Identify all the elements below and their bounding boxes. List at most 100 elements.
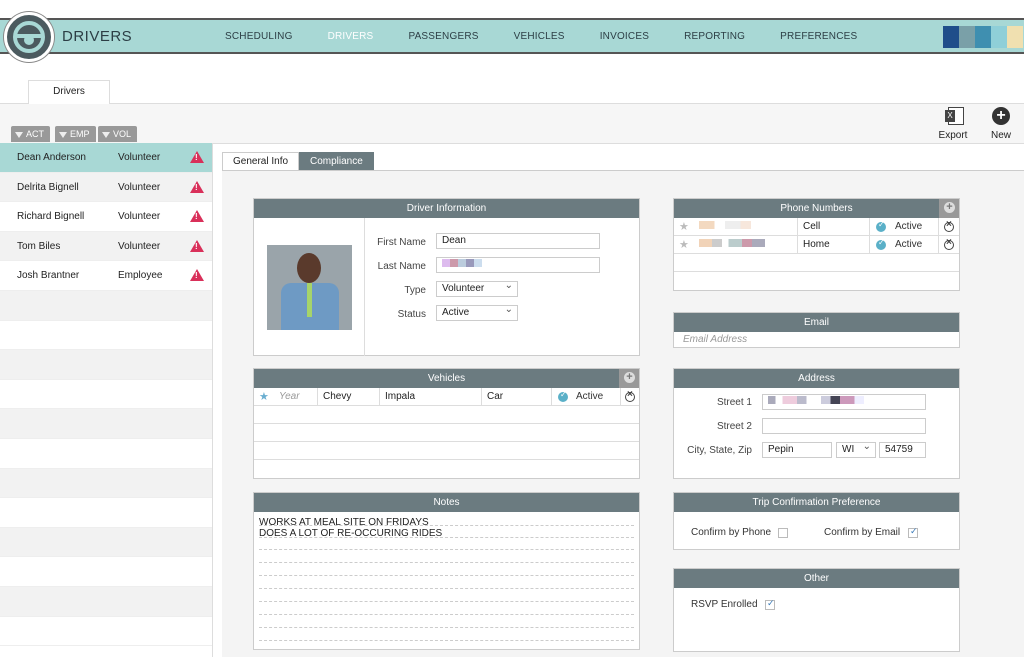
driver-name: Richard Bignell <box>17 211 85 223</box>
nav-scheduling[interactable]: SCHEDULING <box>225 31 293 42</box>
empty-row <box>0 617 212 647</box>
year-field[interactable]: Year <box>274 388 318 406</box>
first-name-label: First Name <box>377 237 426 248</box>
empty-row <box>674 254 959 272</box>
funnel-icon <box>59 132 67 138</box>
nav-preferences[interactable]: PREFERENCES <box>780 31 857 42</box>
notes-card: Notes WORKS AT MEAL SITE ON FRIDAYS DOES… <box>253 492 640 650</box>
confirm-by-phone-label: Confirm by Phone <box>691 527 772 538</box>
steering-wheel-logo-icon[interactable] <box>4 12 54 62</box>
list-item[interactable]: Josh Brantner Employee <box>0 261 212 291</box>
last-name-label: Last Name <box>377 261 426 272</box>
swatch <box>959 26 975 48</box>
confirm-by-phone-checkbox[interactable] <box>778 528 788 538</box>
street1-field[interactable] <box>762 394 926 410</box>
confirm-by-email-checkbox[interactable] <box>908 526 918 538</box>
nav-passengers[interactable]: PASSENGERS <box>408 31 478 42</box>
phone-type-select[interactable]: Cell <box>798 218 870 236</box>
phone-number-field[interactable] <box>694 218 798 236</box>
check-circle-icon <box>876 220 886 232</box>
other-card: Other RSVP Enrolled <box>673 568 960 652</box>
rsvp-enrolled-checkbox[interactable] <box>765 598 775 610</box>
add-phone-button[interactable] <box>939 199 959 218</box>
status-select[interactable]: Active <box>436 303 518 321</box>
filter-act-button[interactable]: ACT <box>11 126 50 142</box>
empty-row <box>254 442 639 460</box>
driver-name: Dean Anderson <box>17 152 86 163</box>
email-field[interactable]: Email Address <box>683 334 747 345</box>
email-card: Email Email Address <box>673 312 960 348</box>
color-swatches <box>943 26 1023 48</box>
warning-icon <box>190 269 204 282</box>
phone-numbers-card: Phone Numbers ★ Cell Active ★ Home Activ… <box>673 198 960 291</box>
first-name-field[interactable]: Dean <box>436 233 600 249</box>
driver-type: Volunteer <box>118 211 161 223</box>
state-select[interactable]: WI <box>836 440 876 458</box>
phone-type-select[interactable]: Home <box>798 236 870 254</box>
divider <box>938 236 939 254</box>
add-vehicle-button[interactable] <box>619 369 639 388</box>
list-item[interactable]: Dean Anderson Volunteer <box>0 143 212 173</box>
card-header: Driver Information <box>254 199 639 218</box>
city-field[interactable]: Pepin <box>762 442 832 458</box>
remove-phone-icon[interactable] <box>944 237 954 250</box>
nav-drivers[interactable]: DRIVERS <box>328 31 374 42</box>
table-row: ★ Home Active <box>674 236 959 254</box>
list-item[interactable]: Delrita Bignell Volunteer <box>0 172 212 203</box>
star-icon[interactable]: ★ <box>679 220 689 233</box>
vehicle-type-select[interactable]: Car <box>482 388 552 406</box>
list-item[interactable]: Tom Biles Volunteer <box>0 231 212 262</box>
app-title: DRIVERS <box>62 28 133 45</box>
list-item[interactable]: Richard Bignell Volunteer <box>0 202 212 232</box>
profile-photo <box>267 245 352 330</box>
export-button[interactable]: Export <box>931 107 975 141</box>
card-header: Vehicles <box>254 369 639 388</box>
driver-type: Employee <box>118 270 163 282</box>
phone-status: Active <box>895 221 923 232</box>
funnel-icon <box>15 132 23 138</box>
empty-row <box>0 321 212 351</box>
card-header: Phone Numbers <box>674 199 959 218</box>
remove-phone-icon[interactable] <box>944 219 954 232</box>
card-header-label: Vehicles <box>427 373 466 384</box>
model-field[interactable]: Impala <box>380 388 482 406</box>
nav-vehicles[interactable]: VEHICLES <box>514 31 565 42</box>
driver-type: Volunteer <box>118 181 161 193</box>
table-row: ★ Year Chevy Impala Car Active <box>254 388 639 406</box>
make-field[interactable]: Chevy <box>318 388 380 406</box>
plus-circle-icon: + <box>992 107 1010 125</box>
swatch <box>991 26 1007 48</box>
empty-row <box>0 557 212 587</box>
tab-general-info[interactable]: General Info <box>222 152 300 170</box>
star-icon[interactable]: ★ <box>679 238 689 251</box>
zip-field[interactable]: 54759 <box>879 442 926 458</box>
remove-vehicle-icon[interactable] <box>625 389 635 402</box>
street2-field[interactable] <box>762 418 926 434</box>
swatch <box>1007 26 1023 48</box>
nav-invoices[interactable]: INVOICES <box>600 31 649 42</box>
main-nav: SCHEDULING DRIVERS PASSENGERS VEHICLES I… <box>225 31 892 42</box>
toolbar <box>0 104 1024 144</box>
filter-emp-button[interactable]: EMP <box>55 126 96 142</box>
phone-number-field[interactable] <box>694 236 798 254</box>
divider <box>620 388 621 406</box>
tab-compliance[interactable]: Compliance <box>299 152 374 170</box>
warning-icon <box>190 210 204 223</box>
star-icon[interactable]: ★ <box>259 390 269 403</box>
export-label: Export <box>938 130 968 141</box>
type-label: Type <box>404 285 426 296</box>
last-name-field[interactable] <box>436 257 600 273</box>
empty-row <box>0 527 212 558</box>
driver-type: Volunteer <box>118 240 161 252</box>
divider <box>364 218 365 356</box>
nav-reporting[interactable]: REPORTING <box>684 31 745 42</box>
filter-vol-button[interactable]: VOL <box>98 126 138 142</box>
empty-row <box>0 498 212 528</box>
divider <box>938 218 939 236</box>
empty-row <box>0 380 212 410</box>
card-header: Other <box>674 569 959 588</box>
type-select[interactable]: Volunteer <box>436 279 518 297</box>
tab-drivers[interactable]: Drivers <box>28 80 110 104</box>
new-button[interactable]: + New <box>979 107 1023 141</box>
empty-row <box>0 290 212 321</box>
